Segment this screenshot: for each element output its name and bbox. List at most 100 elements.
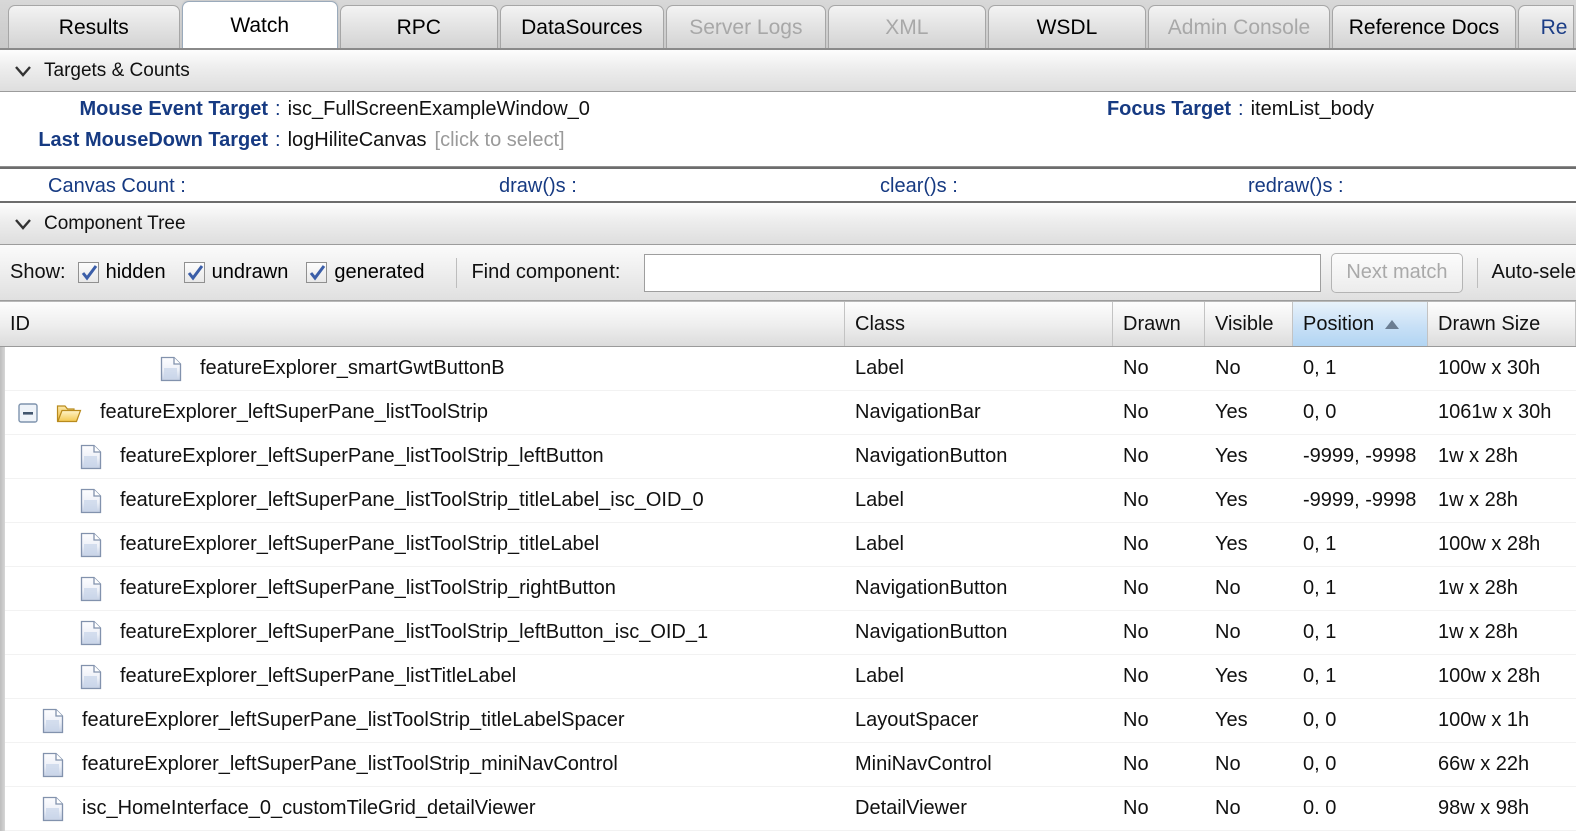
- tab-label: Results: [58, 15, 129, 39]
- focus-target-value[interactable]: itemList_body: [1251, 98, 1374, 121]
- checkmark-icon[interactable]: [183, 262, 205, 283]
- last-mousedown-target-value[interactable]: logHiliteCanvas: [288, 129, 427, 152]
- find-component-input[interactable]: [644, 253, 1322, 292]
- cell-id[interactable]: isc_HomeInterface_0_customTileGrid_detai…: [0, 796, 845, 822]
- cell-drawn: No: [1113, 577, 1205, 600]
- grid-header-id[interactable]: ID: [0, 302, 845, 346]
- table-row[interactable]: featureExplorer_leftSuperPane_listToolSt…: [0, 523, 1576, 567]
- vertical-scrollbar[interactable]: [0, 347, 5, 831]
- cell-value: 100w x 28h: [1438, 533, 1541, 555]
- targets-section-header[interactable]: Targets & Counts: [0, 50, 1576, 92]
- table-row[interactable]: featureExplorer_leftSuperPane_listToolSt…: [0, 479, 1576, 523]
- tab-datasources[interactable]: DataSources: [499, 5, 664, 48]
- collapse-toggle-icon[interactable]: [18, 402, 46, 423]
- cell-vis: Yes: [1205, 709, 1293, 732]
- cell-id[interactable]: featureExplorer_leftSuperPane_listToolSt…: [0, 401, 845, 425]
- cell-id[interactable]: featureExplorer_leftSuperPane_listToolSt…: [0, 708, 845, 734]
- checkbox-hidden[interactable]: hidden: [77, 261, 166, 284]
- cell-value: NavigationButton: [855, 445, 1008, 467]
- cell-value: No: [1123, 577, 1149, 599]
- cell-value: Yes: [1215, 709, 1248, 731]
- cell-size: 100w x 30h: [1428, 357, 1576, 380]
- cell-value: 0, 1: [1303, 665, 1337, 687]
- component-id-label: isc_HomeInterface_0_customTileGrid_detai…: [82, 797, 536, 819]
- cell-id[interactable]: featureExplorer_leftSuperPane_listToolSt…: [0, 752, 845, 778]
- grid-header-label: Drawn: [1123, 312, 1181, 335]
- tab-wsdl[interactable]: WSDL: [987, 5, 1146, 48]
- cell-vis: Yes: [1205, 401, 1293, 424]
- table-row[interactable]: featureExplorer_leftSuperPane_listToolSt…: [0, 391, 1576, 435]
- checkbox-undrawn[interactable]: undrawn: [183, 261, 288, 284]
- cell-value: Label: [855, 665, 904, 687]
- cell-value: 100w x 30h: [1438, 357, 1541, 379]
- grid-header-size[interactable]: Drawn Size: [1428, 302, 1576, 346]
- cell-value: No: [1123, 533, 1149, 555]
- tab-label: XML: [885, 15, 929, 39]
- tab-admin-console: Admin Console: [1148, 5, 1330, 48]
- cell-size: 1061w x 30h: [1428, 401, 1576, 424]
- cell-value: No: [1123, 445, 1149, 467]
- cell-id[interactable]: featureExplorer_leftSuperPane_listTitleL…: [0, 664, 845, 690]
- tree-toolbar: Show: hidden undrawn generated Find compon…: [0, 245, 1576, 301]
- table-row[interactable]: featureExplorer_leftSuperPane_listToolSt…: [0, 699, 1576, 743]
- cell-value: No: [1215, 753, 1241, 775]
- sort-ascending-icon: [1384, 313, 1400, 336]
- tab-reference-docs[interactable]: Reference Docs: [1332, 5, 1516, 48]
- tab-re[interactable]: Re: [1518, 5, 1574, 48]
- cell-pos: 0, 1: [1293, 577, 1428, 600]
- component-tree-section-header[interactable]: Component Tree: [0, 203, 1576, 245]
- grid-header-label: ID: [10, 312, 30, 335]
- cell-vis: No: [1205, 797, 1293, 820]
- table-row[interactable]: featureExplorer_leftSuperPane_listTitleL…: [0, 655, 1576, 699]
- checkbox-generated[interactable]: generated: [306, 261, 424, 284]
- tab-watch[interactable]: Watch: [181, 1, 338, 48]
- cell-cls: Label: [845, 357, 1113, 380]
- tab-results[interactable]: Results: [8, 5, 180, 48]
- cell-value: 1w x 28h: [1438, 445, 1519, 467]
- grid-header-cls[interactable]: Class: [845, 302, 1113, 346]
- cell-id[interactable]: featureExplorer_leftSuperPane_listToolSt…: [0, 576, 845, 602]
- checkmark-icon[interactable]: [77, 262, 99, 283]
- tab-rpc[interactable]: RPC: [339, 5, 498, 48]
- component-id-label: featureExplorer_leftSuperPane_listToolSt…: [82, 709, 625, 731]
- cell-cls: Label: [845, 533, 1113, 556]
- component-tree-section-title: Component Tree: [44, 212, 186, 234]
- click-to-select-hint[interactable]: [click to select]: [427, 129, 565, 152]
- table-row[interactable]: featureExplorer_leftSuperPane_listToolSt…: [0, 611, 1576, 655]
- tab-label: WSDL: [1036, 15, 1098, 39]
- folder-icon: [56, 401, 91, 425]
- table-row[interactable]: featureExplorer_smartGwtButtonB Label No No…: [0, 347, 1576, 391]
- checkmark-icon[interactable]: [306, 262, 328, 283]
- cell-drawn: No: [1113, 445, 1205, 468]
- cell-id[interactable]: featureExplorer_smartGwtButtonB: [0, 356, 845, 382]
- cell-value: 0, 1: [1303, 357, 1337, 379]
- grid-header-pos[interactable]: Position: [1293, 302, 1428, 346]
- component-id-label: featureExplorer_leftSuperPane_listToolSt…: [100, 401, 488, 423]
- table-row[interactable]: isc_HomeInterface_0_customTileGrid_detai…: [0, 787, 1576, 831]
- table-row[interactable]: featureExplorer_leftSuperPane_listToolSt…: [0, 743, 1576, 787]
- cell-id[interactable]: featureExplorer_leftSuperPane_listToolSt…: [0, 444, 845, 470]
- last-mousedown-target-row: Last MouseDown Target : logHiliteCanvas …: [0, 129, 1576, 160]
- checkbox-label: generated: [334, 261, 425, 283]
- next-match-button[interactable]: Next match: [1331, 252, 1463, 293]
- chevron-down-icon[interactable]: [12, 60, 34, 82]
- cell-value: DetailViewer: [855, 797, 967, 819]
- table-row[interactable]: featureExplorer_leftSuperPane_listToolSt…: [0, 567, 1576, 611]
- file-icon: [80, 488, 111, 514]
- grid-body: featureExplorer_smartGwtButtonB Label No No…: [0, 347, 1576, 831]
- mouse-event-target-separator: :: [275, 98, 281, 120]
- table-row[interactable]: featureExplorer_leftSuperPane_listToolSt…: [0, 435, 1576, 479]
- cell-value: 0, 0: [1303, 401, 1337, 423]
- mouse-event-target-value[interactable]: isc_FullScreenExampleWindow_0: [288, 98, 590, 121]
- checkbox-label: hidden: [105, 261, 166, 283]
- cell-id[interactable]: featureExplorer_leftSuperPane_listToolSt…: [0, 620, 845, 646]
- auto-select-label[interactable]: Auto-sele: [1492, 261, 1576, 284]
- cell-vis: Yes: [1205, 533, 1293, 556]
- cell-pos: 0, 1: [1293, 357, 1428, 380]
- grid-header-drawn[interactable]: Drawn: [1113, 302, 1205, 346]
- cell-id[interactable]: featureExplorer_leftSuperPane_listToolSt…: [0, 488, 845, 514]
- toolbar-divider: [456, 257, 458, 288]
- cell-id[interactable]: featureExplorer_leftSuperPane_listToolSt…: [0, 532, 845, 558]
- chevron-down-icon[interactable]: [12, 213, 34, 235]
- grid-header-vis[interactable]: Visible: [1205, 302, 1293, 346]
